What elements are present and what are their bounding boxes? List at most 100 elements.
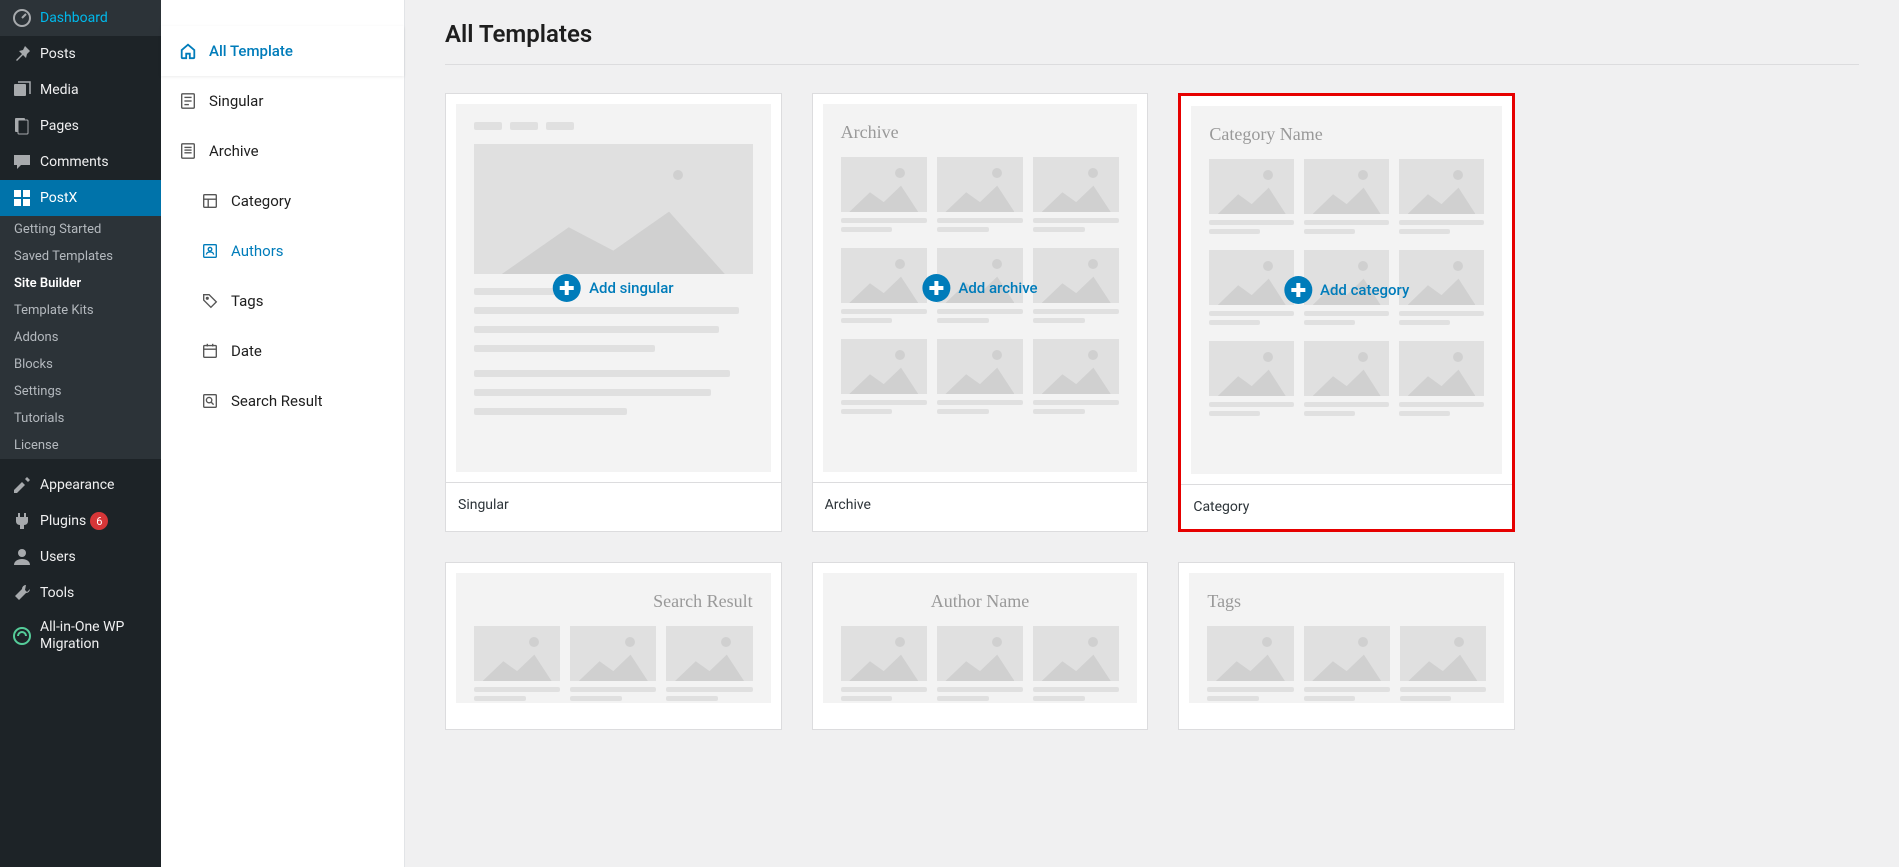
submenu-site-builder[interactable]: Site Builder bbox=[0, 270, 161, 297]
menu-plugins[interactable]: Plugins 6 bbox=[0, 503, 161, 539]
sidebar-item-label: Authors bbox=[231, 242, 284, 260]
sidebar-item-tags[interactable]: Tags bbox=[161, 276, 404, 326]
sidebar-item-category[interactable]: Category bbox=[161, 176, 404, 226]
submenu-saved-templates[interactable]: Saved Templates bbox=[0, 243, 161, 270]
menu-label: Pages bbox=[40, 118, 79, 134]
submenu-template-kits[interactable]: Template Kits bbox=[0, 297, 161, 324]
plus-circle-icon bbox=[922, 274, 950, 302]
menu-label: Comments bbox=[40, 154, 109, 170]
sidebar-item-label: Archive bbox=[209, 142, 259, 160]
tags-icon bbox=[201, 292, 219, 310]
template-preview: Category Name Add category bbox=[1191, 106, 1502, 474]
menu-label: PostX bbox=[40, 190, 77, 206]
comments-icon bbox=[12, 152, 32, 172]
template-preview: Search Result bbox=[456, 573, 771, 703]
menu-label: Media bbox=[40, 82, 79, 98]
active-arrow-icon bbox=[161, 190, 169, 206]
menu-appearance[interactable]: Appearance bbox=[0, 467, 161, 503]
document-icon bbox=[179, 92, 197, 110]
tools-icon bbox=[12, 583, 32, 603]
add-label: Add archive bbox=[958, 279, 1037, 297]
menu-label: Tools bbox=[40, 585, 74, 601]
menu-postx[interactable]: PostX bbox=[0, 180, 161, 216]
postx-icon bbox=[12, 188, 32, 208]
plus-circle-icon bbox=[1284, 276, 1312, 304]
submenu-settings[interactable]: Settings bbox=[0, 378, 161, 405]
template-card-author: Author Name bbox=[812, 562, 1149, 730]
templates-grid: Add singular Singular Archive bbox=[445, 93, 1515, 730]
plugins-icon bbox=[12, 511, 32, 531]
media-icon bbox=[12, 80, 32, 100]
submenu-addons[interactable]: Addons bbox=[0, 324, 161, 351]
add-label: Add singular bbox=[589, 279, 674, 297]
preview-header: Author Name bbox=[841, 591, 1120, 612]
menu-comments[interactable]: Comments bbox=[0, 144, 161, 180]
menu-users[interactable]: Users bbox=[0, 539, 161, 575]
page-title: All Templates bbox=[445, 20, 1859, 48]
appearance-icon bbox=[12, 475, 32, 495]
pages-icon bbox=[12, 116, 32, 136]
submenu-tutorials[interactable]: Tutorials bbox=[0, 405, 161, 432]
add-archive-button[interactable]: Add archive bbox=[922, 274, 1037, 302]
builder-sidebar: All Template Singular Archive Category A… bbox=[161, 0, 405, 867]
menu-posts[interactable]: Posts bbox=[0, 36, 161, 72]
sidebar-item-label: Search Result bbox=[231, 392, 323, 410]
menu-label: Plugins bbox=[40, 513, 86, 529]
sidebar-item-singular[interactable]: Singular bbox=[161, 76, 404, 126]
template-card-singular: Add singular Singular bbox=[445, 93, 782, 532]
submenu-getting-started[interactable]: Getting Started bbox=[0, 216, 161, 243]
plus-circle-icon bbox=[553, 274, 581, 302]
menu-aiowpm[interactable]: All-in-One WP Migration bbox=[0, 611, 161, 661]
add-label: Add category bbox=[1320, 281, 1409, 299]
sidebar-item-search-result[interactable]: Search Result bbox=[161, 376, 404, 426]
plugins-badge: 6 bbox=[90, 512, 108, 530]
add-singular-button[interactable]: Add singular bbox=[553, 274, 674, 302]
sidebar-item-all-template[interactable]: All Template bbox=[161, 26, 404, 76]
menu-label: Dashboard bbox=[40, 10, 108, 26]
sidebar-item-archive[interactable]: Archive bbox=[161, 126, 404, 176]
sidebar-item-label: Tags bbox=[231, 292, 263, 310]
wp-admin-sidebar: Dashboard Posts Media Pages Comments Pos… bbox=[0, 0, 161, 867]
submenu-license[interactable]: License bbox=[0, 432, 161, 459]
search-result-icon bbox=[201, 392, 219, 410]
preview-header: Category Name bbox=[1209, 124, 1484, 145]
menu-label: Users bbox=[40, 549, 76, 565]
template-label: Archive bbox=[813, 482, 1148, 527]
template-preview: Tags bbox=[1189, 573, 1504, 703]
category-icon bbox=[201, 192, 219, 210]
menu-label: All-in-One WP Migration bbox=[40, 619, 149, 653]
template-card-tags: Tags bbox=[1178, 562, 1515, 730]
template-card-search-result: Search Result bbox=[445, 562, 782, 730]
menu-dashboard[interactable]: Dashboard bbox=[0, 0, 161, 36]
date-icon bbox=[201, 342, 219, 360]
template-preview: Archive Add archive bbox=[823, 104, 1138, 472]
menu-media[interactable]: Media bbox=[0, 72, 161, 108]
menu-label: Posts bbox=[40, 46, 76, 62]
sidebar-item-label: Singular bbox=[209, 92, 263, 110]
menu-pages[interactable]: Pages bbox=[0, 108, 161, 144]
main-content: All Templates Add singular Singular bbox=[405, 0, 1899, 867]
template-preview: Add singular bbox=[456, 104, 771, 472]
sidebar-item-label: All Template bbox=[209, 42, 293, 60]
add-category-button[interactable]: Add category bbox=[1284, 276, 1409, 304]
preview-header: Tags bbox=[1207, 591, 1486, 612]
sidebar-item-date[interactable]: Date bbox=[161, 326, 404, 376]
home-icon bbox=[179, 42, 197, 60]
migration-icon bbox=[12, 626, 32, 646]
archive-icon bbox=[179, 142, 197, 160]
sidebar-item-label: Date bbox=[231, 342, 262, 360]
menu-label: Appearance bbox=[40, 477, 114, 493]
postx-submenu: Getting Started Saved Templates Site Bui… bbox=[0, 216, 161, 459]
template-preview: Author Name bbox=[823, 573, 1138, 703]
preview-header: Archive bbox=[841, 122, 1120, 143]
submenu-blocks[interactable]: Blocks bbox=[0, 351, 161, 378]
template-label: Category bbox=[1181, 484, 1512, 529]
template-label: Singular bbox=[446, 482, 781, 527]
pin-icon bbox=[12, 44, 32, 64]
template-card-archive: Archive Add archive Archive bbox=[812, 93, 1149, 532]
authors-icon bbox=[201, 242, 219, 260]
users-icon bbox=[12, 547, 32, 567]
menu-tools[interactable]: Tools bbox=[0, 575, 161, 611]
divider bbox=[445, 64, 1859, 65]
sidebar-item-authors[interactable]: Authors bbox=[161, 226, 404, 276]
